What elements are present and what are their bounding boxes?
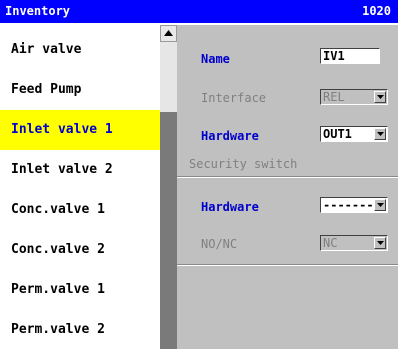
nonc-value: NC bbox=[323, 236, 338, 250]
nonc-label: NO/NC bbox=[201, 237, 238, 251]
window-title: Inventory bbox=[5, 4, 71, 18]
list-item-air-valve[interactable]: Air valve bbox=[0, 30, 160, 70]
chevron-down-icon bbox=[377, 132, 384, 136]
name-field[interactable]: IV1 bbox=[320, 48, 380, 64]
list-item-feed-pump[interactable]: Feed Pump bbox=[0, 70, 160, 110]
interface-label: Interface bbox=[201, 91, 267, 105]
section-divider-highlight bbox=[177, 177, 398, 178]
security-hardware-select[interactable]: ------- bbox=[320, 197, 388, 213]
interface-dropdown-button[interactable] bbox=[374, 91, 386, 103]
list-item-perm-valve-2[interactable]: Perm.valve 2 bbox=[0, 310, 160, 350]
chevron-down-icon bbox=[377, 241, 384, 245]
scroll-up-button[interactable] bbox=[160, 25, 177, 42]
bottom-divider-highlight bbox=[177, 265, 398, 266]
details-panel: Name IV1 Interface REL Hardware OUT1 Sec… bbox=[177, 25, 398, 349]
scroll-track[interactable] bbox=[160, 42, 177, 112]
interface-value: REL bbox=[323, 90, 345, 104]
list-item-perm-valve-1[interactable]: Perm.valve 1 bbox=[0, 270, 160, 310]
name-value: IV1 bbox=[323, 49, 345, 63]
hardware-select[interactable]: OUT1 bbox=[320, 126, 388, 142]
list-item-inlet-valve-2[interactable]: Inlet valve 2 bbox=[0, 150, 160, 190]
inventory-window: Inventory 1020 Air valve Feed Pump Inlet… bbox=[0, 0, 398, 349]
name-label: Name bbox=[201, 52, 230, 66]
nonc-select[interactable]: NC bbox=[320, 235, 388, 251]
window-code: 1020 bbox=[362, 4, 391, 18]
list-item-conc-valve-1[interactable]: Conc.valve 1 bbox=[0, 190, 160, 230]
security-hardware-value: ------- bbox=[323, 198, 374, 212]
arrow-up-icon bbox=[164, 30, 173, 36]
hardware-dropdown-button[interactable] bbox=[374, 128, 386, 140]
nonc-dropdown-button[interactable] bbox=[374, 237, 386, 249]
list-item-conc-valve-2[interactable]: Conc.valve 2 bbox=[0, 230, 160, 270]
title-bar: Inventory 1020 bbox=[0, 0, 398, 23]
list-item-inlet-valve-1[interactable]: Inlet valve 1 bbox=[0, 110, 160, 150]
security-switch-heading: Security switch bbox=[189, 157, 298, 171]
chevron-down-icon bbox=[377, 95, 384, 99]
security-hardware-dropdown-button[interactable] bbox=[374, 199, 386, 211]
list-scrollbar[interactable] bbox=[160, 25, 177, 349]
chevron-down-icon bbox=[377, 203, 384, 207]
inventory-list: Air valve Feed Pump Inlet valve 1 Inlet … bbox=[0, 25, 160, 349]
security-hardware-label: Hardware bbox=[201, 200, 259, 214]
hardware-label: Hardware bbox=[201, 129, 259, 143]
hardware-value: OUT1 bbox=[323, 127, 352, 141]
interface-select[interactable]: REL bbox=[320, 89, 388, 105]
